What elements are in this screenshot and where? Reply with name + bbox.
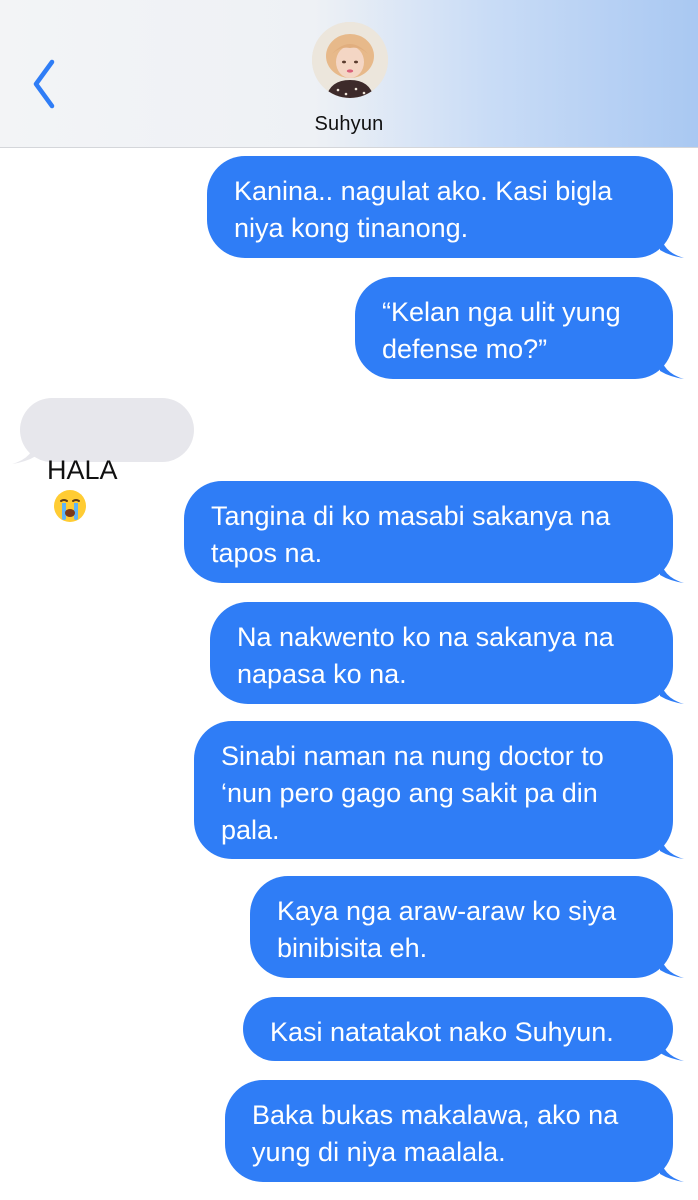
bubble-tail xyxy=(660,678,684,704)
outgoing-message[interactable]: Na nakwento ko na sakanya na napasa ko n… xyxy=(210,602,673,704)
outgoing-message[interactable]: Tangina di ko masabi sakanya na tapos na… xyxy=(184,481,673,583)
outgoing-message[interactable]: Kaya nga araw-araw ko siya binibisita eh… xyxy=(250,876,673,978)
incoming-message[interactable]: HALA xyxy=(20,398,194,522)
bubble-tail xyxy=(12,438,36,464)
bubble-tail xyxy=(660,557,684,583)
contact-name[interactable]: Suhyun xyxy=(0,113,698,136)
crying-face-icon xyxy=(54,490,86,522)
bubble-tail xyxy=(660,833,684,859)
bubble-tail xyxy=(660,353,684,379)
outgoing-message[interactable]: Kanina.. nagulat ako. Kasi bigla niya ko… xyxy=(207,156,673,258)
bubble-tail xyxy=(660,232,684,258)
bubble-tail xyxy=(660,952,684,978)
bubble-tail xyxy=(660,1035,684,1061)
conversation-header: Suhyun xyxy=(0,0,698,148)
outgoing-message[interactable]: Sinabi naman na nung doctor to ‘nun pero… xyxy=(194,721,673,859)
message-text: HALA xyxy=(47,455,118,485)
contact-avatar[interactable] xyxy=(312,22,388,98)
outgoing-message[interactable]: Kasi natatakot nako Suhyun. xyxy=(243,997,673,1061)
back-button[interactable] xyxy=(24,56,64,112)
chevron-left-icon xyxy=(33,59,55,109)
bubble-tail xyxy=(660,1156,684,1182)
avatar-photo xyxy=(312,22,388,98)
outgoing-message[interactable]: “Kelan nga ulit yung defense mo?” xyxy=(355,277,673,379)
outgoing-message[interactable]: Baka bukas makalawa, ako na yung di niya… xyxy=(225,1080,673,1182)
